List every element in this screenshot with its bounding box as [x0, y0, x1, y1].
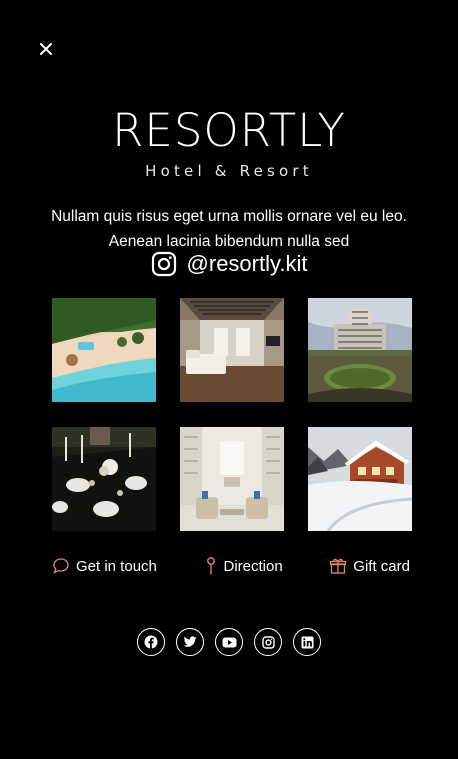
- hotel-bedroom-photo: [180, 298, 284, 402]
- gallery-photo-chalet[interactable]: [308, 427, 412, 531]
- description: Nullam quis risus eget urna mollis ornar…: [51, 208, 407, 250]
- linkedin-icon: [301, 636, 313, 648]
- map-pin-icon: [206, 557, 215, 575]
- gallery-photo-building[interactable]: [308, 298, 412, 402]
- hotel-building-photo: [308, 298, 412, 402]
- lounge-interior-photo: [180, 427, 284, 531]
- logo: RESORTLY Hotel & Resort: [0, 104, 458, 180]
- youtube-link[interactable]: [215, 628, 243, 656]
- direction-link[interactable]: Direction: [204, 556, 283, 576]
- snowy-chalet-photo: [308, 427, 412, 531]
- direction-label: Direction: [223, 557, 283, 575]
- gallery-photo-bedroom[interactable]: [180, 298, 284, 402]
- instagram-icon: [151, 251, 176, 277]
- gallery-photo-lounge[interactable]: [180, 427, 284, 531]
- gallery-photo-beach[interactable]: [52, 298, 156, 402]
- instagram-link[interactable]: @resortly.kit: [0, 251, 458, 277]
- facebook-icon: [144, 635, 158, 649]
- gift-card-label: Gift card: [353, 557, 410, 575]
- get-in-touch-label: Get in touch: [76, 557, 157, 575]
- close-icon: [40, 43, 52, 55]
- twitter-link[interactable]: [176, 628, 204, 656]
- get-in-touch-link[interactable]: Get in touch: [52, 556, 157, 576]
- facebook-link[interactable]: [137, 628, 165, 656]
- instagram-handle: @resortly.kit: [186, 251, 308, 276]
- twitter-icon: [183, 636, 197, 647]
- social-links: [0, 628, 458, 656]
- action-links: Get in touch Direction Gift card: [0, 556, 458, 576]
- brand-tagline: Hotel & Resort: [145, 162, 313, 180]
- brand-name: RESORTLY: [112, 104, 346, 157]
- gift-icon: [330, 558, 347, 574]
- instagram-icon: [261, 635, 275, 649]
- chat-bubble-icon: [53, 558, 69, 574]
- linkedin-link[interactable]: [293, 628, 321, 656]
- instagram-social-link[interactable]: [254, 628, 282, 656]
- photo-gallery: [52, 298, 412, 531]
- dining-table-photo: [52, 427, 156, 531]
- gift-card-link[interactable]: Gift card: [329, 556, 410, 576]
- youtube-icon: [222, 637, 236, 647]
- beach-resort-photo: [52, 298, 156, 402]
- close-button[interactable]: [37, 40, 55, 58]
- gallery-photo-dining[interactable]: [52, 427, 156, 531]
